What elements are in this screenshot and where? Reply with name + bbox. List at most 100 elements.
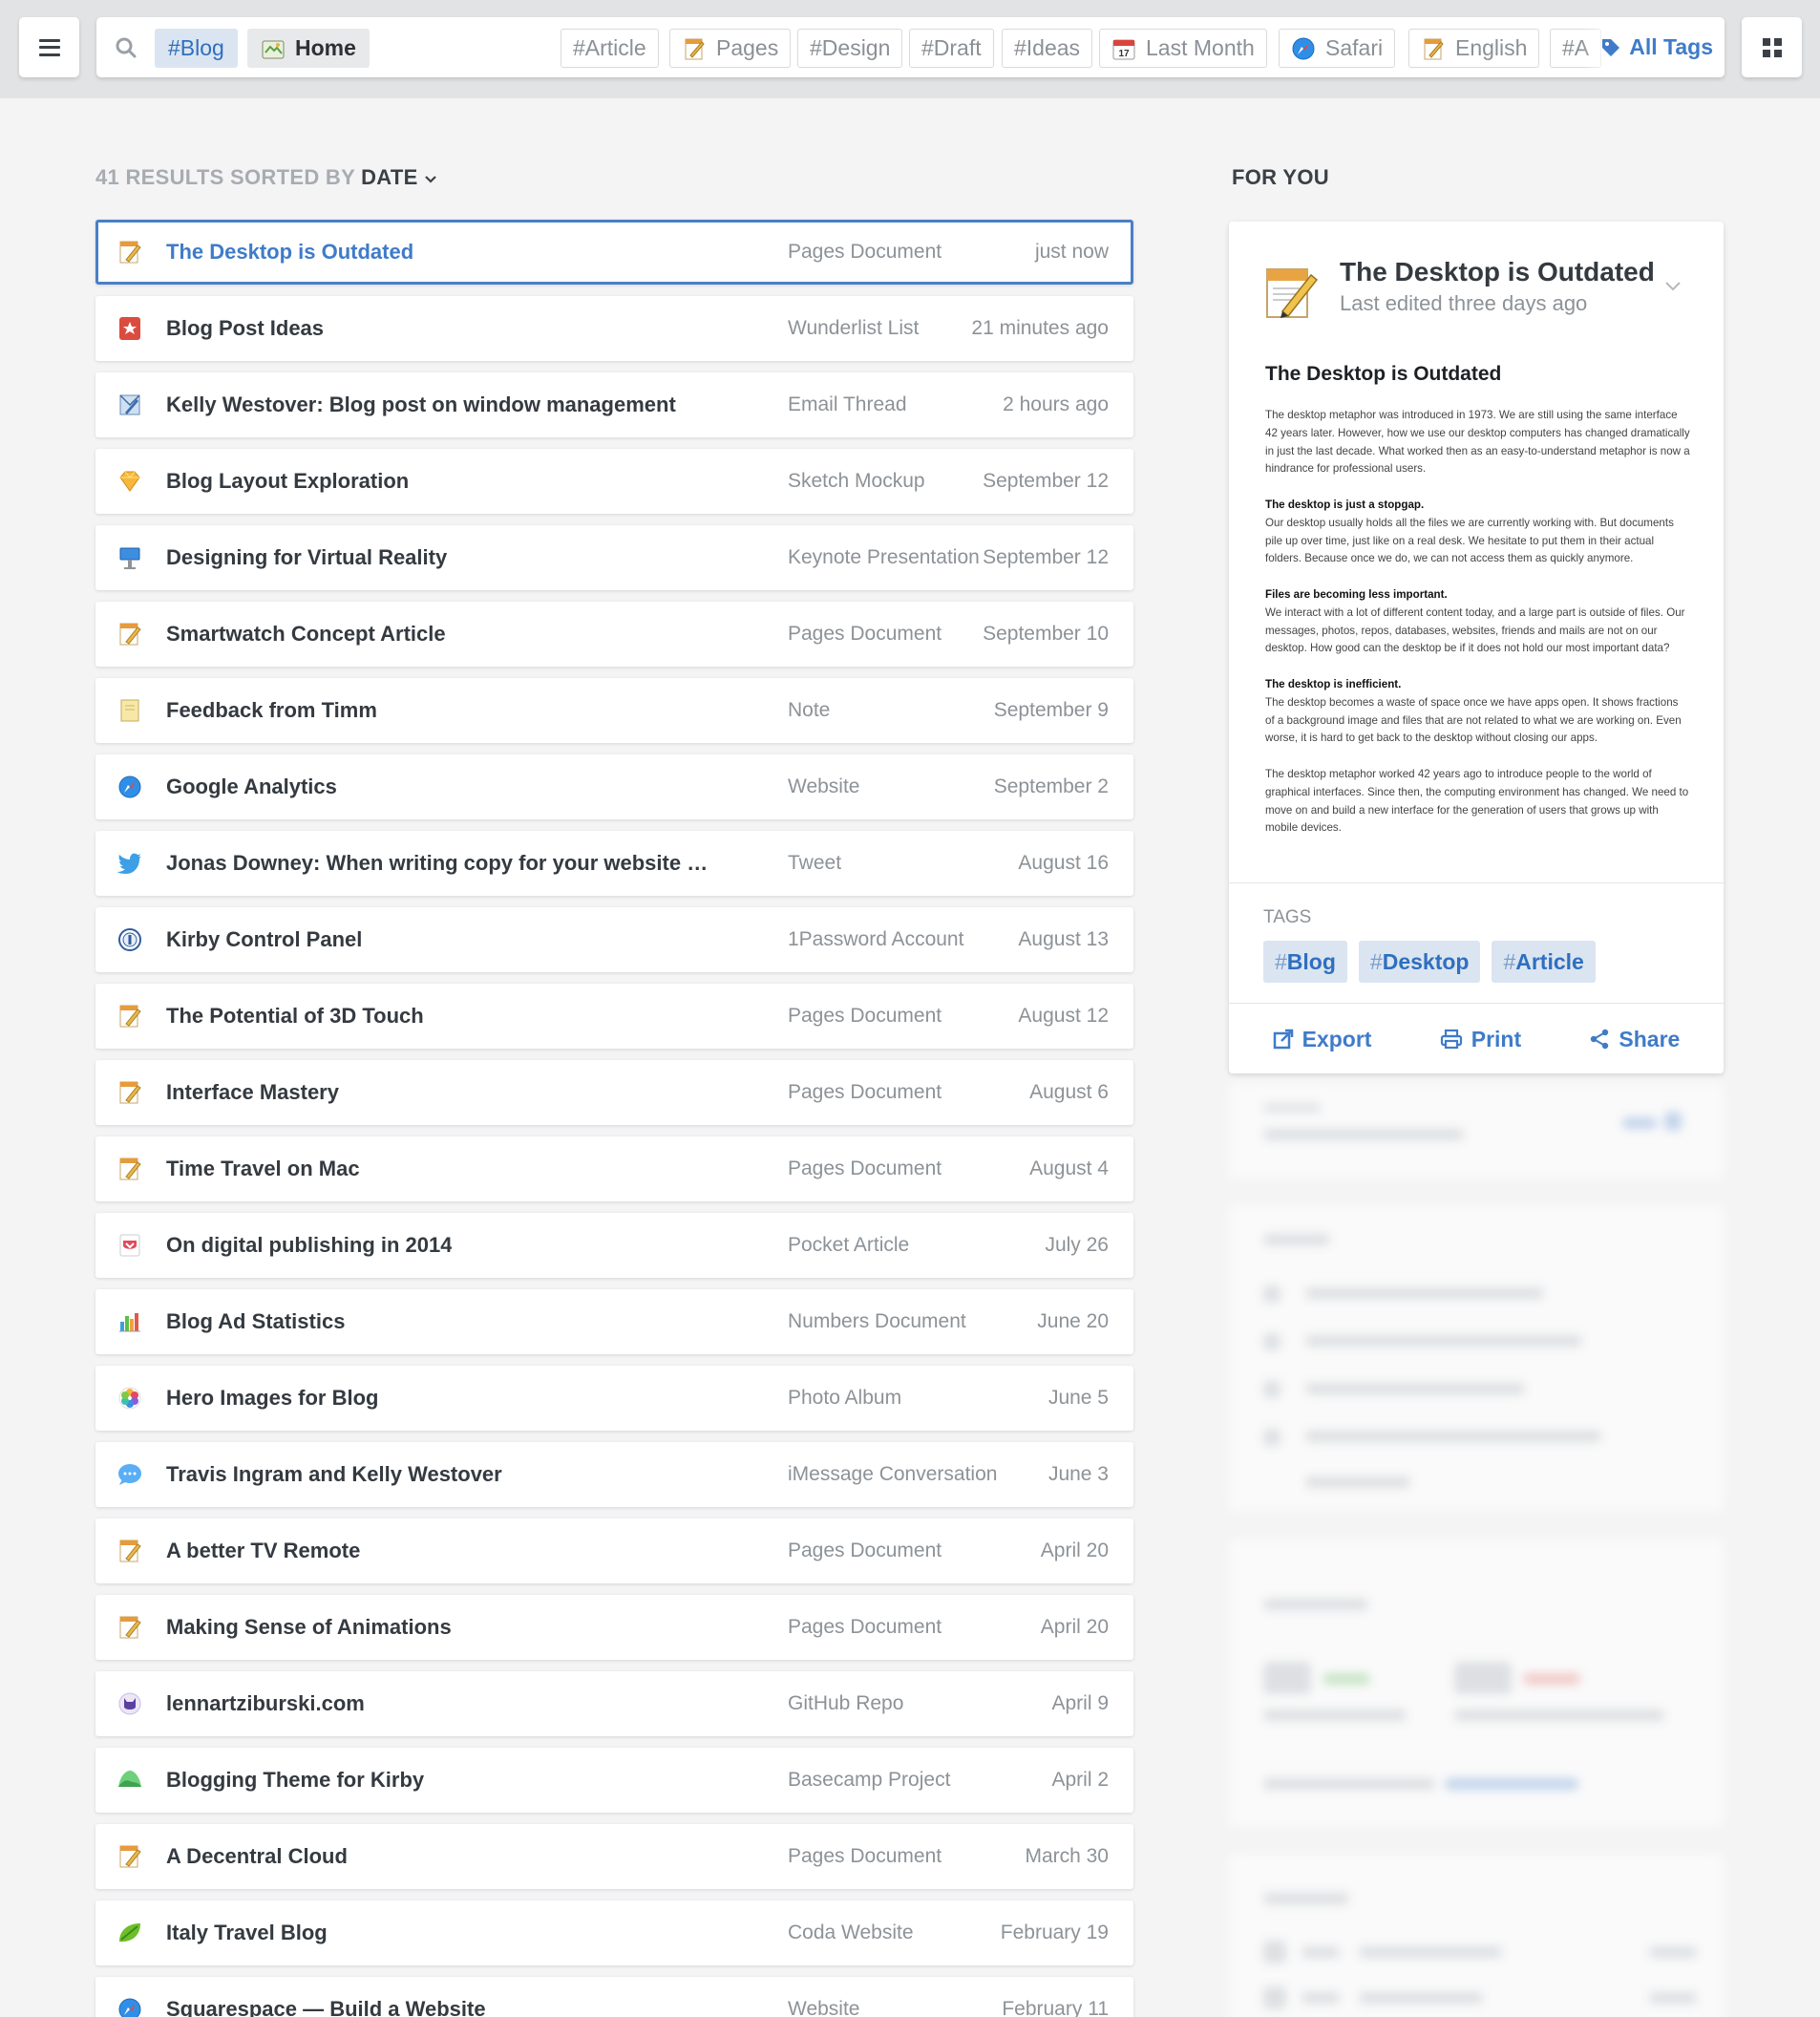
result-row[interactable]: Blog Post Ideas Wunderlist List 21 minutes… xyxy=(95,296,1133,361)
result-date: August 6 xyxy=(1029,1081,1109,1103)
search-token-blog[interactable]: #Blog xyxy=(155,29,238,68)
results-count: 41 RESULTS SORTED BY xyxy=(95,165,355,189)
section-text: We interact with a lot of different cont… xyxy=(1265,605,1685,655)
tag-desktop[interactable]: # Desktop xyxy=(1358,941,1481,983)
result-row[interactable]: A better TV Remote Pages Document April 20 xyxy=(95,1518,1133,1583)
result-row[interactable]: Interface Mastery Pages Document August 6 xyxy=(95,1060,1133,1125)
blurred-card xyxy=(1229,1539,1724,1826)
search-bar[interactable]: #Blog Home #Article Pages #Design #Draft… xyxy=(96,17,1725,77)
filter-draft[interactable]: #Draft xyxy=(909,29,994,68)
result-row[interactable]: Google Analytics Website September 2 xyxy=(95,754,1133,819)
tag-blog[interactable]: # Blog xyxy=(1263,941,1347,983)
result-row[interactable]: Designing for Virtual Reality Keynote Pre… xyxy=(95,525,1133,590)
filter-label: #Article xyxy=(573,35,646,60)
printer-icon xyxy=(1440,1029,1462,1050)
pages-icon xyxy=(116,239,143,265)
result-type: Website xyxy=(788,775,860,797)
sort-dropdown[interactable]: DATE xyxy=(361,165,437,189)
tag-list: # Blog # Desktop # Article xyxy=(1263,941,1596,983)
note-icon xyxy=(116,697,143,724)
calendar-icon: 17 xyxy=(1111,36,1136,61)
export-button[interactable]: Export xyxy=(1273,1026,1372,1052)
filter-pages[interactable]: Pages xyxy=(669,29,792,68)
chevron-down-icon xyxy=(425,176,436,183)
result-row[interactable]: A Decentral Cloud Pages Document March 30 xyxy=(95,1824,1133,1889)
filter-label: #Draft xyxy=(921,35,982,60)
result-row[interactable]: Blog Ad Statistics Numbers Document June 2… xyxy=(95,1289,1133,1354)
result-date: July 26 xyxy=(1045,1234,1109,1256)
search-token-home[interactable]: Home xyxy=(247,29,370,68)
home-icon xyxy=(261,36,286,61)
result-date: August 16 xyxy=(1018,852,1109,874)
result-type: Website xyxy=(788,1998,860,2017)
result-title: Making Sense of Animations xyxy=(166,1615,452,1639)
result-row[interactable]: The Potential of 3D Touch Pages Document A… xyxy=(95,984,1133,1049)
messages-icon xyxy=(116,1461,143,1488)
result-row[interactable]: Time Travel on Mac Pages Document August 4 xyxy=(95,1136,1133,1201)
result-date: September 2 xyxy=(993,775,1109,797)
result-row[interactable]: On digital publishing in 2014 Pocket Arti… xyxy=(95,1213,1133,1278)
grid-view-button[interactable] xyxy=(1742,17,1802,77)
result-date: 2 hours ago xyxy=(1003,393,1109,415)
print-button[interactable]: Print xyxy=(1440,1027,1521,1052)
result-title: Blog Ad Statistics xyxy=(166,1309,346,1333)
export-label: Export xyxy=(1302,1026,1372,1051)
result-row[interactable]: Making Sense of Animations Pages Document… xyxy=(95,1595,1133,1660)
result-date: April 20 xyxy=(1040,1539,1109,1561)
result-title: Italy Travel Blog xyxy=(166,1921,328,1944)
result-title: On digital publishing in 2014 xyxy=(166,1233,453,1257)
result-type: Keynote Presentation xyxy=(788,546,980,568)
section-heading: The desktop is inefficient. xyxy=(1265,677,1402,690)
result-type: Email Thread xyxy=(788,393,907,415)
result-row[interactable]: Blog Layout Exploration Sketch Mockup Sept… xyxy=(95,449,1133,514)
filter-ideas[interactable]: #Ideas xyxy=(1002,29,1093,68)
chevron-down-icon[interactable] xyxy=(1664,281,1682,292)
filter-safari[interactable]: Safari xyxy=(1279,29,1396,68)
result-row[interactable]: Feedback from Timm Note September 9 xyxy=(95,678,1133,743)
export-icon xyxy=(1273,1029,1293,1050)
result-date: June 3 xyxy=(1048,1463,1109,1485)
result-type: Tweet xyxy=(788,852,842,874)
result-title: Feedback from Timm xyxy=(166,698,377,722)
filter-article[interactable]: #Article xyxy=(561,29,659,68)
filter-english[interactable]: English xyxy=(1408,29,1540,68)
result-title: Kirby Control Panel xyxy=(166,927,363,951)
preview-card: The Desktop is Outdated Last edited thre… xyxy=(1229,222,1724,1073)
filter-label: Last Month xyxy=(1146,35,1255,60)
filter-label: Pages xyxy=(716,35,779,60)
result-title: The Potential of 3D Touch xyxy=(166,1004,424,1028)
result-row[interactable]: The Desktop is Outdated Pages Document jus… xyxy=(95,220,1133,285)
result-type: Pages Document xyxy=(788,241,942,263)
share-button[interactable]: Share xyxy=(1589,1027,1680,1052)
result-type: Pages Document xyxy=(788,623,942,645)
result-row[interactable]: Smartwatch Concept Article Pages Document… xyxy=(95,602,1133,667)
result-title: Blogging Theme for Kirby xyxy=(166,1768,425,1792)
result-date: August 4 xyxy=(1029,1157,1109,1179)
tag-article[interactable]: # Article xyxy=(1492,941,1596,983)
result-row[interactable]: Travis Ingram and Kelly Westover iMessage… xyxy=(95,1442,1133,1507)
filter-design[interactable]: #Design xyxy=(797,29,903,68)
result-row[interactable]: Blogging Theme for Kirby Basecamp Project… xyxy=(95,1748,1133,1813)
pages-icon xyxy=(682,36,707,61)
result-date: September 9 xyxy=(993,699,1109,721)
result-date: June 5 xyxy=(1048,1387,1109,1409)
all-tags-button[interactable]: All Tags xyxy=(1581,17,1725,77)
result-row[interactable]: Italy Travel Blog Coda Website February 19 xyxy=(95,1900,1133,1965)
result-row[interactable]: Kelly Westover: Blog post on window mana… xyxy=(95,372,1133,437)
result-type: 1Password Account xyxy=(788,928,964,950)
result-date: August 12 xyxy=(1018,1005,1109,1027)
result-row[interactable]: Jonas Downey: When writing copy for your… xyxy=(95,831,1133,896)
result-row[interactable]: Kirby Control Panel 1Password Account Augu… xyxy=(95,907,1133,972)
search-icon xyxy=(116,37,137,58)
result-title: Google Analytics xyxy=(166,775,337,798)
share-icon xyxy=(1591,1029,1609,1050)
result-title: Squarespace — Build a Website xyxy=(166,1997,486,2017)
result-row[interactable]: Hero Images for Blog Photo Album June 5 xyxy=(95,1366,1133,1431)
result-row[interactable]: lennartziburski.com GitHub Repo April 9 xyxy=(95,1671,1133,1736)
pages-icon xyxy=(116,1614,143,1641)
results-header: 41 RESULTS SORTED BY DATE xyxy=(95,165,437,190)
result-row[interactable]: Squarespace — Build a Website Website Febr… xyxy=(95,1977,1133,2017)
filter-last-month[interactable]: 17 Last Month xyxy=(1099,29,1267,68)
menu-button[interactable] xyxy=(19,17,79,77)
result-date: 21 minutes ago xyxy=(971,317,1109,339)
